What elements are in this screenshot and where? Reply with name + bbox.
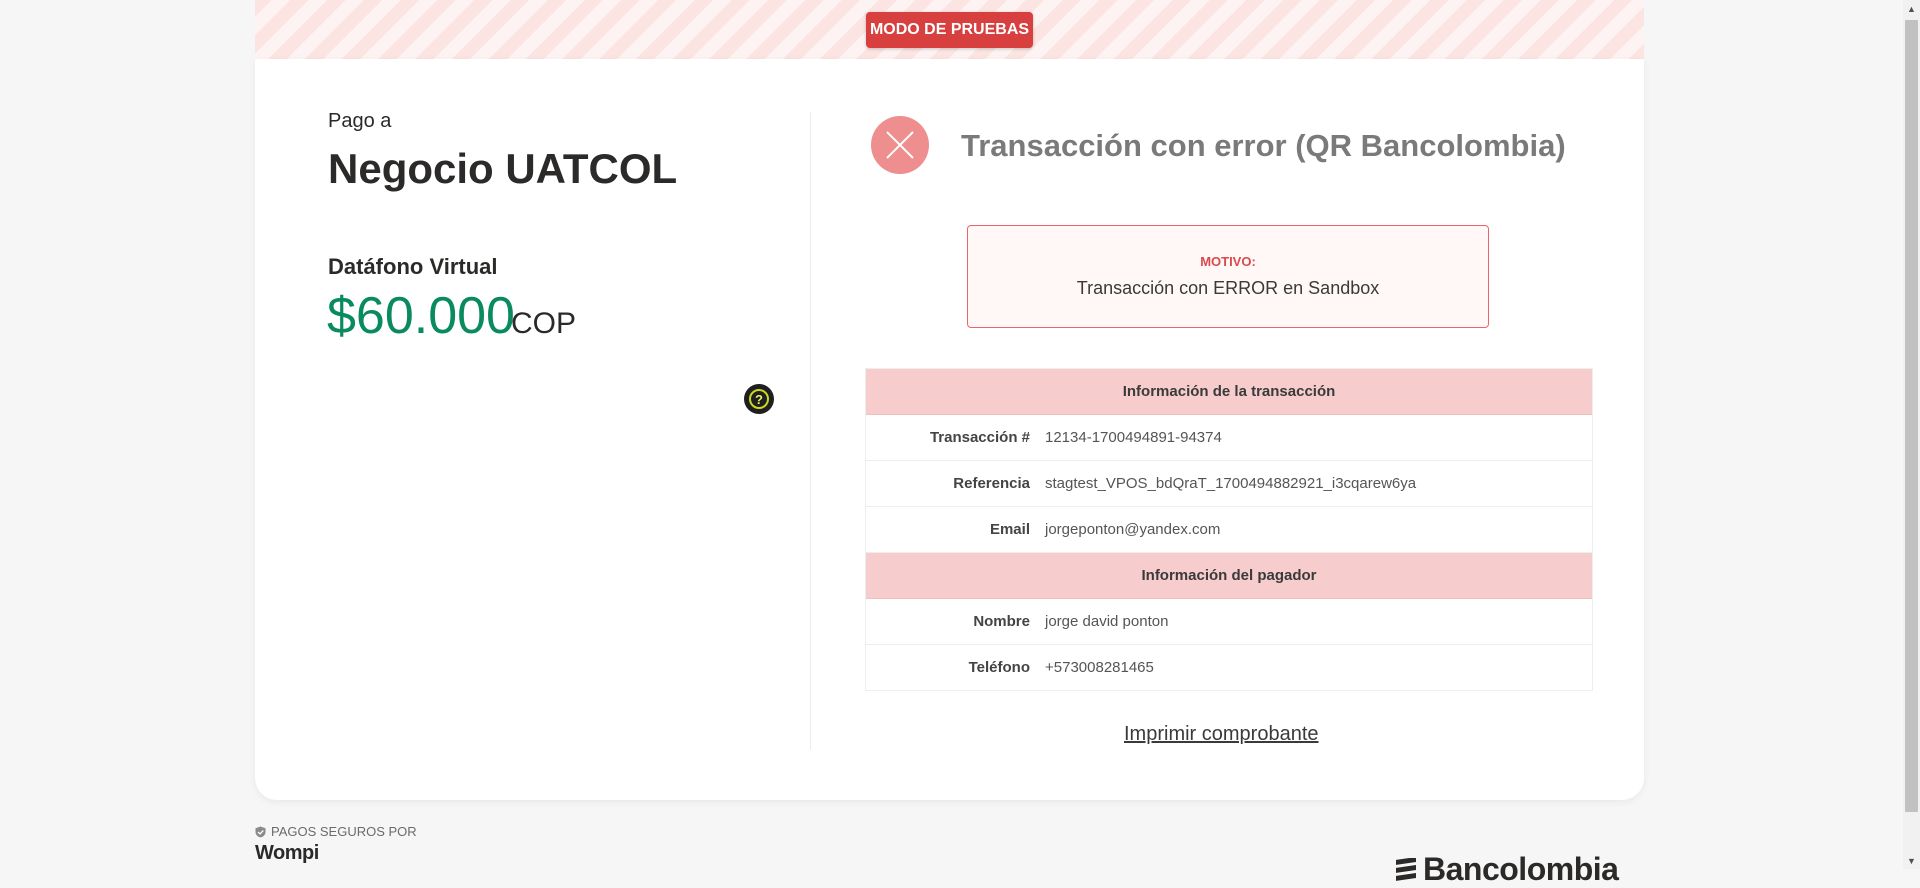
row-label: Email (989, 521, 1030, 538)
vertical-scrollbar[interactable]: ▲ ▼ (1903, 0, 1920, 869)
column-divider (810, 112, 811, 750)
secure-payments-label: PAGOS SEGUROS POR (255, 824, 417, 839)
error-reason-box: MOTIVO: Transacción con ERROR en Sandbox (967, 225, 1489, 328)
bancolombia-icon (1396, 857, 1416, 881)
table-row: Email jorgeponton@yandex.com (866, 507, 1592, 553)
row-value: +573008281465 (1045, 659, 1154, 676)
row-value: jorgeponton@yandex.com (1045, 521, 1221, 538)
row-label: Transacción # (929, 429, 1030, 446)
row-value: jorge david ponton (1045, 613, 1169, 630)
help-button[interactable]: ? (744, 384, 774, 414)
transaction-details-table: Información de la transacción Transacció… (865, 368, 1593, 691)
row-label: Teléfono (968, 659, 1030, 676)
reason-label: MOTIVO: (1200, 254, 1256, 269)
payer-info-header: Información del pagador (866, 553, 1592, 599)
amount-value: $60.000 (327, 287, 515, 345)
test-mode-badge: MODO DE PRUEBAS (866, 12, 1033, 48)
bancolombia-text: Bancolombia (1423, 851, 1619, 887)
secure-text: PAGOS SEGUROS POR (271, 824, 417, 839)
row-label: Nombre (973, 613, 1030, 630)
scrollbar-thumb[interactable] (1905, 20, 1918, 812)
x-circle-icon (871, 116, 929, 174)
table-row: Referencia stagtest_VPOS_bdQraT_17004948… (866, 461, 1592, 507)
shield-check-icon (255, 826, 266, 837)
table-row: Nombre jorge david ponton (866, 599, 1592, 645)
row-value: stagtest_VPOS_bdQraT_1700494882921_i3cqa… (1045, 475, 1417, 492)
table-row: Teléfono +573008281465 (866, 645, 1592, 690)
table-row: Transacción # 12134-1700494891-94374 (866, 415, 1592, 461)
print-receipt-link[interactable]: Imprimir comprobante (1124, 723, 1319, 746)
row-value: 12134-1700494891-94374 (1045, 429, 1222, 446)
bancolombia-logo: Bancolombia (1395, 851, 1619, 888)
pay-to-label: Pago a (328, 110, 392, 132)
scroll-down-arrow-icon[interactable]: ▼ (1903, 852, 1920, 869)
wompi-logo: Wompi (255, 842, 319, 864)
transaction-info-header: Información de la transacción (866, 369, 1592, 415)
question-icon: ? (749, 389, 769, 409)
scroll-up-arrow-icon[interactable]: ▲ (1903, 0, 1920, 17)
currency-code: COP (511, 307, 577, 340)
product-name: Datáfono Virtual (328, 254, 498, 279)
row-label: Referencia (953, 475, 1030, 492)
merchant-name: Negocio UATCOL (328, 145, 678, 192)
status-title: Transacción con error (QR Bancolombia) (961, 128, 1566, 163)
reason-text: Transacción con ERROR en Sandbox (1076, 278, 1380, 298)
